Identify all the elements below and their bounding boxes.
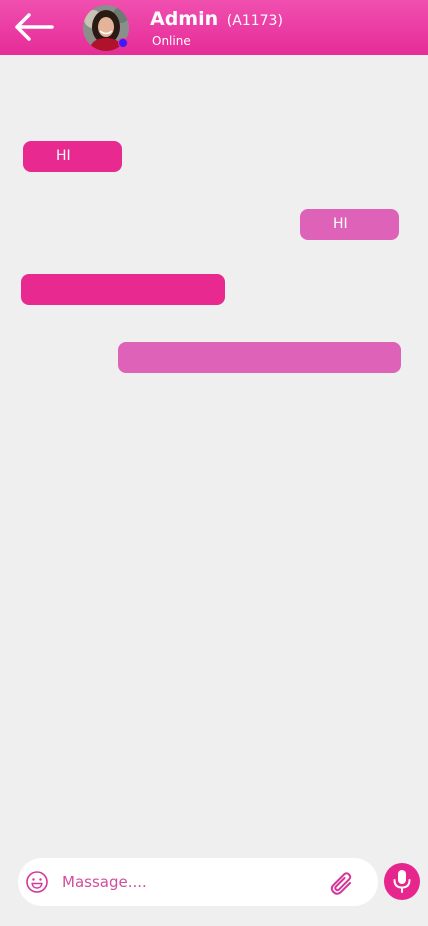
contact-name: Admin (A1173)	[150, 8, 283, 30]
back-button[interactable]	[12, 10, 54, 44]
message-bubble-sent[interactable]	[118, 342, 401, 373]
message-composer	[18, 858, 378, 906]
microphone-icon	[393, 870, 411, 893]
online-status-dot	[118, 38, 128, 48]
smile-icon	[26, 871, 48, 893]
emoji-button[interactable]	[25, 870, 49, 894]
arrow-left-icon	[15, 13, 54, 41]
contact-status: Online	[152, 34, 191, 48]
chat-header: Admin (A1173) Online	[0, 0, 428, 55]
attach-button[interactable]	[328, 868, 356, 896]
message-bubble-sent[interactable]: HI	[300, 209, 399, 240]
contact-id: (A1173)	[226, 13, 283, 29]
message-input[interactable]	[62, 868, 312, 896]
message-bubble-received[interactable]	[21, 274, 225, 305]
message-bubble-received[interactable]: HI	[23, 141, 122, 172]
avatar[interactable]	[83, 5, 129, 51]
contact-name-text: Admin	[150, 8, 219, 30]
chat-screen: Admin (A1173) Online HI HI	[0, 0, 428, 926]
record-voice-button[interactable]	[384, 863, 420, 900]
paperclip-icon	[330, 872, 352, 895]
